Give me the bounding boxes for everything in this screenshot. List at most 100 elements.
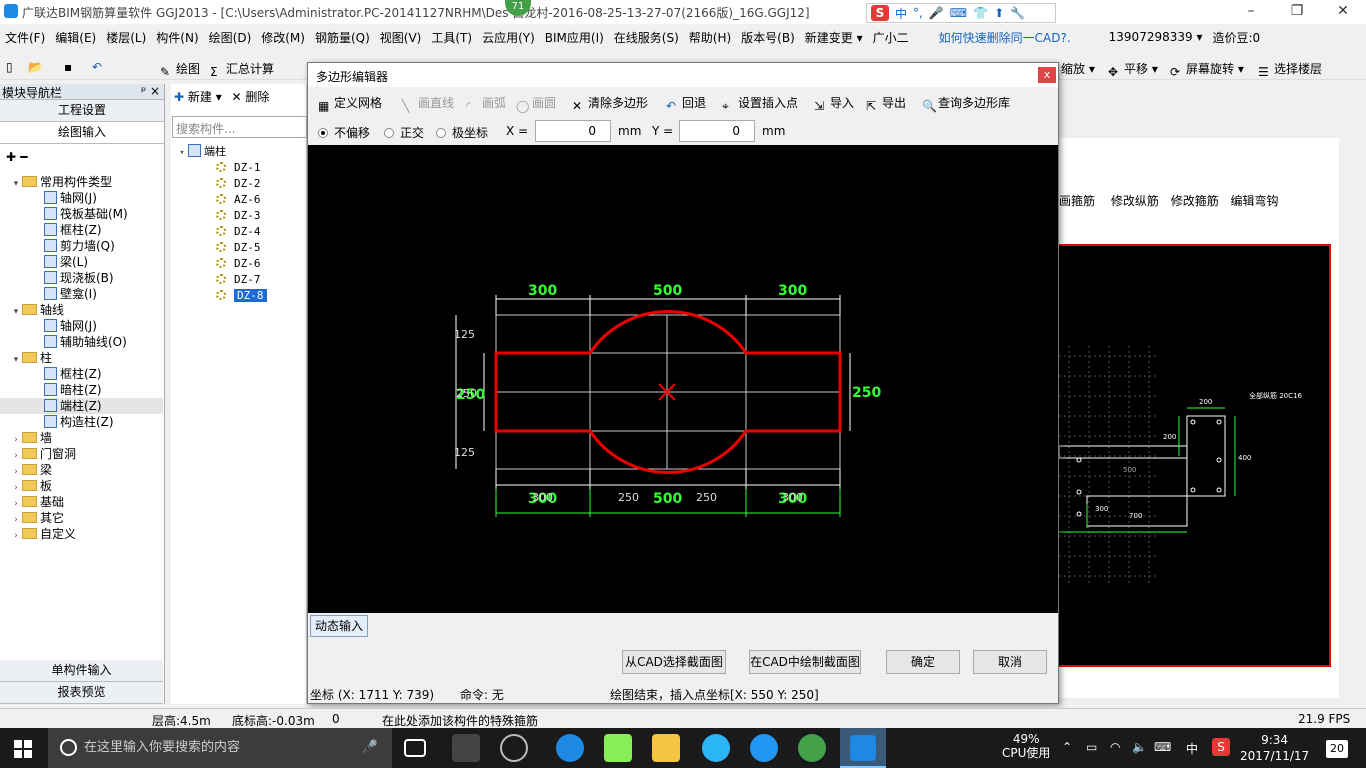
- component-item[interactable]: DZ-2: [176, 176, 306, 192]
- tree-folder[interactable]: ▾ 轴线: [0, 302, 163, 318]
- tree-folder[interactable]: ▾ 常用构件类型: [0, 174, 163, 190]
- tree-folder[interactable]: › 门窗洞: [0, 446, 163, 462]
- menu-floor[interactable]: 楼层(L): [101, 29, 151, 46]
- tree-item[interactable]: 轴网(J): [0, 190, 163, 206]
- file-explorer-icon[interactable]: [652, 734, 680, 762]
- mic-icon[interactable]: 🎤: [929, 6, 944, 20]
- tree-item[interactable]: 构造柱(Z): [0, 414, 163, 430]
- pan-button[interactable]: ✥ 平移 ▾: [1108, 60, 1158, 79]
- tree-folder[interactable]: › 梁: [0, 462, 163, 478]
- report-preview-button[interactable]: 报表预览: [0, 682, 163, 704]
- save-icon[interactable]: ▪: [64, 60, 72, 74]
- windows-start-icon[interactable]: [14, 740, 32, 758]
- tab-draw-stirrup[interactable]: 画箍筋: [1059, 194, 1095, 208]
- edge-browser-icon[interactable]: [556, 734, 584, 762]
- skin-icon[interactable]: 👕: [973, 6, 988, 20]
- export-button[interactable]: ⇱ 导出: [866, 94, 906, 113]
- tree-item[interactable]: 壁龛(I): [0, 286, 163, 302]
- set-insert-point-button[interactable]: ⌖ 设置插入点: [722, 94, 798, 113]
- tree-folder[interactable]: › 自定义: [0, 526, 163, 542]
- tree-folder[interactable]: ▾ 柱: [0, 350, 163, 366]
- draw-button[interactable]: ✎ 绘图: [160, 60, 200, 79]
- y-input[interactable]: 0: [679, 120, 755, 142]
- select-floor-button[interactable]: ☰ 选择楼层: [1258, 60, 1322, 79]
- glodon-g-icon[interactable]: [750, 734, 778, 762]
- maximize-button[interactable]: ❐: [1274, 0, 1320, 24]
- component-search-input[interactable]: 搜索构件...: [172, 116, 307, 138]
- draw-input-button[interactable]: 绘图输入: [0, 122, 164, 144]
- chevron-right-icon[interactable]: ›: [10, 528, 22, 544]
- keyboard-icon[interactable]: ⌨: [950, 6, 967, 20]
- taskbar-search-input[interactable]: 在这里输入你要搜索的内容 🎤: [48, 728, 392, 768]
- draw-line-button[interactable]: ╲ 画直线: [402, 94, 454, 113]
- menu-file[interactable]: 文件(F): [0, 29, 50, 46]
- import-button[interactable]: ⇲ 导入: [814, 94, 854, 113]
- cancel-button[interactable]: 取消: [973, 650, 1047, 674]
- tree-item[interactable]: 剪力墙(Q): [0, 238, 163, 254]
- polygon-canvas[interactable]: 300 500 300 300 500 300 250 250 300 250 …: [308, 145, 1058, 613]
- tray-chevron-icon[interactable]: ⌃: [1062, 740, 1072, 754]
- new-component-button[interactable]: ✚ 新建 ▾: [174, 90, 222, 104]
- volume-icon[interactable]: 🔈: [1132, 740, 1147, 754]
- tree-item[interactable]: 辅助轴线(O): [0, 334, 163, 350]
- zoom-button[interactable]: 缩放 ▾: [1061, 60, 1095, 77]
- menu-assistant[interactable]: 广小二: [868, 29, 914, 46]
- single-component-button[interactable]: 单构件输入: [0, 660, 163, 682]
- upload-icon[interactable]: ⬆: [994, 6, 1004, 20]
- menu-help[interactable]: 帮助(H): [684, 29, 736, 46]
- tree-item[interactable]: 框柱(Z): [0, 222, 163, 238]
- section-preview-canvas[interactable]: 200 200 400 500 700 300 全部纵筋 20C16: [1058, 244, 1331, 667]
- tree-item[interactable]: 轴网(J): [0, 318, 163, 334]
- swirl-app-icon[interactable]: [500, 734, 528, 762]
- store-icon[interactable]: [604, 734, 632, 762]
- tree-item[interactable]: 筏板基础(M): [0, 206, 163, 222]
- menu-version[interactable]: 版本号(B): [736, 29, 800, 46]
- dynamic-input-button[interactable]: 动态输入: [310, 615, 368, 637]
- minimize-button[interactable]: –: [1228, 0, 1274, 24]
- define-grid-button[interactable]: ▦ 定义网格: [318, 94, 382, 113]
- network-icon[interactable]: ◠: [1110, 740, 1120, 754]
- close-button[interactable]: ✕: [1320, 0, 1366, 24]
- component-item[interactable]: DZ-6: [176, 256, 306, 272]
- menu-bim[interactable]: BIM应用(I): [540, 29, 609, 46]
- menu-draw[interactable]: 绘图(D): [204, 29, 257, 46]
- menu-component[interactable]: 构件(N): [151, 29, 203, 46]
- sum-button[interactable]: Σ 汇总计算: [210, 60, 274, 79]
- wrench-icon[interactable]: 🔧: [1010, 6, 1025, 20]
- menu-edit[interactable]: 编辑(E): [50, 29, 101, 46]
- cpu-meter[interactable]: 49% CPU使用: [1002, 732, 1050, 760]
- sogou-tray-icon[interactable]: S: [1212, 738, 1230, 756]
- new-file-icon[interactable]: ▯: [6, 60, 13, 74]
- sogou-icon[interactable]: S: [871, 5, 889, 21]
- menu-modify[interactable]: 修改(M): [256, 29, 310, 46]
- notification-center-icon[interactable]: 20: [1326, 740, 1348, 758]
- ime-toolbar[interactable]: S 中 °, 🎤 ⌨ 👕 ⬆ 🔧: [866, 3, 1056, 23]
- component-item[interactable]: DZ-8: [176, 288, 306, 304]
- ime-item[interactable]: °,: [913, 6, 923, 20]
- component-item[interactable]: DZ-4: [176, 224, 306, 240]
- menu-rebar[interactable]: 钢筋量(Q): [310, 29, 375, 46]
- component-item[interactable]: DZ-5: [176, 240, 306, 256]
- keyboard-icon[interactable]: ⌨: [1154, 740, 1171, 754]
- tree-item[interactable]: 暗柱(Z): [0, 382, 163, 398]
- pin-close-icon[interactable]: ᵖ ×: [141, 84, 160, 98]
- component-item[interactable]: DZ-1: [176, 160, 306, 176]
- tab-edit-hook[interactable]: 编辑弯钩: [1231, 194, 1279, 208]
- draw-circle-button[interactable]: ◯ 画圆: [516, 94, 556, 113]
- dialog-close-button[interactable]: x: [1038, 67, 1056, 83]
- expand-collapse-icons[interactable]: ✚ ━: [0, 144, 164, 172]
- mode-no-offset[interactable]: 不偏移: [318, 124, 370, 141]
- open-folder-icon[interactable]: 📂: [28, 60, 43, 74]
- menu-new-change[interactable]: 新建变更 ▾: [800, 29, 868, 46]
- component-root[interactable]: ▾ 端柱: [176, 144, 306, 160]
- undo-icon[interactable]: ↶: [92, 60, 102, 74]
- component-item[interactable]: AZ-6: [176, 192, 306, 208]
- tree-item[interactable]: 梁(L): [0, 254, 163, 270]
- x-input[interactable]: 0: [535, 120, 611, 142]
- tree-item[interactable]: 端柱(Z): [0, 398, 163, 414]
- clear-polygon-button[interactable]: ✕ 清除多边形: [572, 94, 648, 113]
- ime-item[interactable]: 中: [895, 5, 907, 22]
- mode-orthogonal[interactable]: 正交: [384, 124, 424, 141]
- project-settings-button[interactable]: 工程设置: [0, 100, 164, 122]
- help-link[interactable]: 如何快速删除同一CAD?.: [934, 29, 1076, 46]
